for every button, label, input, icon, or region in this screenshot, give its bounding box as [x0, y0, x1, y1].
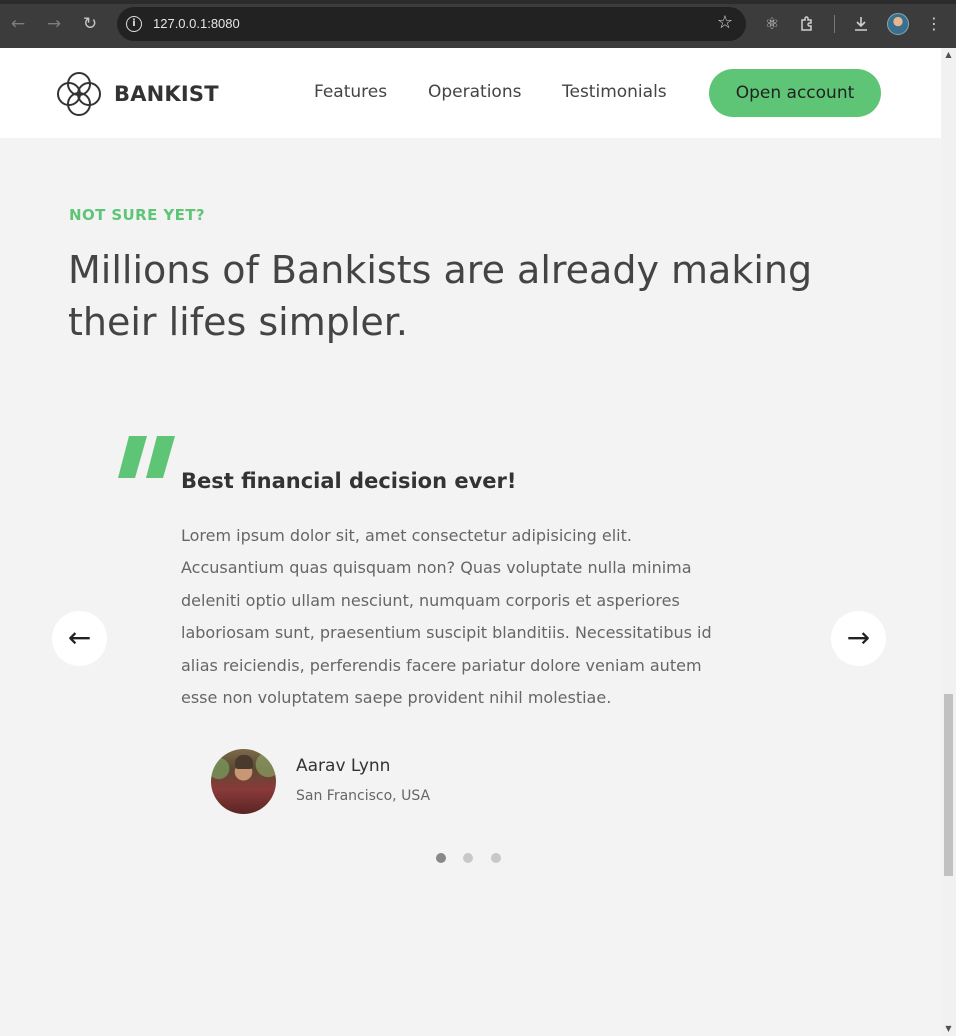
- reload-icon[interactable]: ↻: [78, 12, 102, 36]
- author-name: Aarav Lynn: [296, 756, 391, 776]
- forward-icon[interactable]: →: [42, 12, 66, 36]
- nav-link-operations[interactable]: Operations: [428, 82, 521, 102]
- bookmark-star-icon[interactable]: ☆: [717, 12, 733, 33]
- slider-prev-button[interactable]: ←: [52, 611, 107, 666]
- menu-dots-icon[interactable]: ⋮: [923, 12, 945, 36]
- browser-toolbar: ← → ↻ i 127.0.0.1:8080 ☆ ⚛ ⋮: [0, 0, 956, 48]
- testimonial-text: Lorem ipsum dolor sit, amet consectetur …: [181, 526, 712, 708]
- slider-dot-1[interactable]: [436, 853, 446, 863]
- address-url[interactable]: 127.0.0.1:8080: [153, 16, 240, 31]
- back-icon[interactable]: ←: [6, 12, 30, 36]
- profile-avatar[interactable]: [887, 13, 909, 35]
- scroll-up-arrow-icon[interactable]: ▲: [941, 48, 956, 62]
- section-eyebrow: NOT SURE YET?: [69, 206, 206, 224]
- site-header: BANKIST Features Operations Testimonials…: [0, 48, 941, 138]
- react-devtools-icon[interactable]: ⚛: [761, 12, 783, 36]
- brand-name[interactable]: BANKIST: [114, 82, 219, 106]
- author-location: San Francisco, USA: [296, 788, 431, 804]
- quote-icon: [118, 436, 175, 478]
- address-bar[interactable]: i 127.0.0.1:8080 ☆: [117, 7, 746, 41]
- nav-link-features[interactable]: Features: [314, 82, 387, 102]
- section-headline: Millions of Bankists are already making …: [68, 248, 813, 344]
- scrollbar-thumb[interactable]: [944, 694, 953, 876]
- scroll-down-arrow-icon[interactable]: ▼: [941, 1022, 956, 1036]
- slider-dot-3[interactable]: [491, 853, 501, 863]
- toolbar-separator: [834, 15, 835, 33]
- download-icon[interactable]: [850, 12, 872, 36]
- author-avatar: [211, 749, 276, 814]
- nav-link-testimonials[interactable]: Testimonials: [562, 82, 667, 102]
- slider-dot-2[interactable]: [463, 853, 473, 863]
- open-account-button[interactable]: Open account: [709, 69, 881, 117]
- page-scrollbar[interactable]: ▲ ▼: [941, 48, 956, 1036]
- tab-strip: [0, 0, 956, 4]
- arrow-left-icon: ←: [67, 621, 92, 654]
- testimonial-title: Best financial decision ever!: [181, 469, 517, 493]
- extensions-icon[interactable]: [797, 12, 819, 36]
- arrow-right-icon: →: [846, 621, 871, 654]
- bankist-logo-icon[interactable]: [55, 70, 103, 118]
- slider-next-button[interactable]: →: [831, 611, 886, 666]
- info-icon[interactable]: i: [126, 16, 142, 32]
